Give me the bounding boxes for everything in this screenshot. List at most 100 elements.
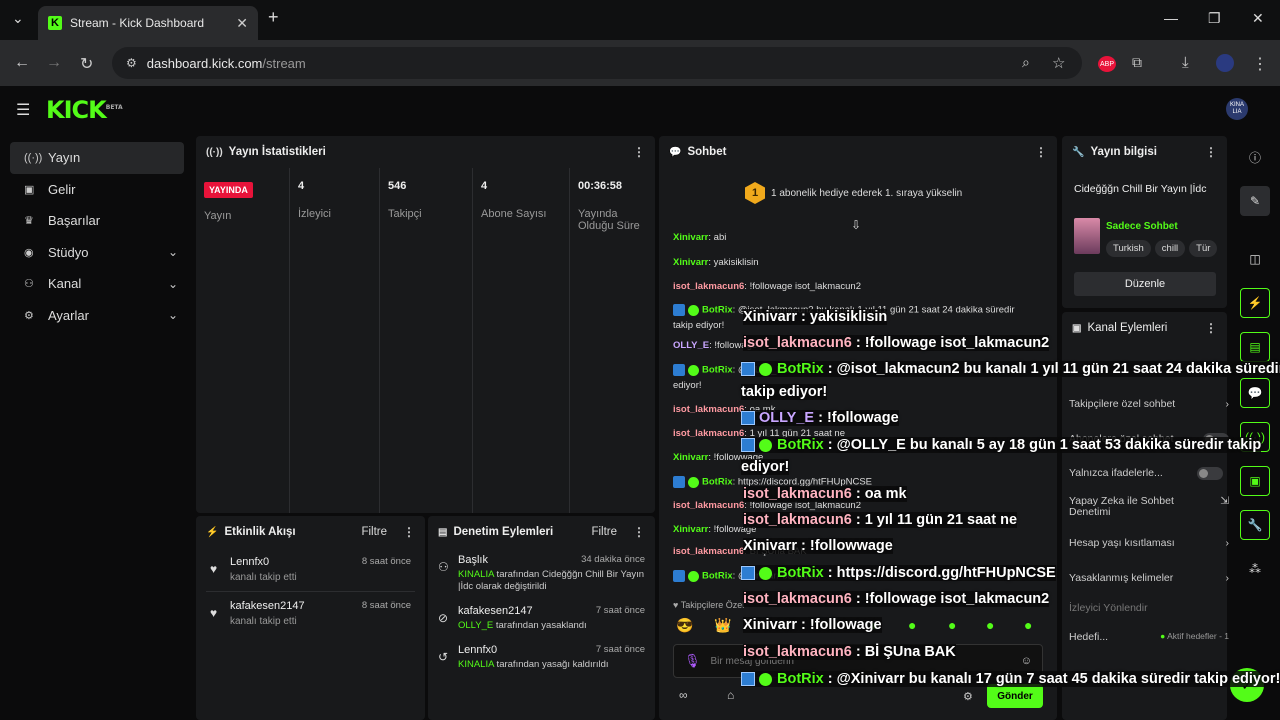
send-button[interactable]: Gönder — [987, 684, 1043, 708]
sidebar-item-gelir[interactable]: ▣ Gelir — [10, 174, 184, 206]
filter-button[interactable]: Filtre — [591, 526, 617, 538]
browser-menu-icon[interactable]: ⋮ — [1252, 54, 1268, 74]
more-icon[interactable]: ⋮ — [1205, 145, 1217, 159]
action-goals[interactable]: Hedefi... ● Aktif hedefler - 1 — [1069, 631, 1229, 643]
more-icon[interactable]: ⋮ — [1035, 145, 1047, 159]
emote-icon[interactable]: ● — [986, 617, 994, 633]
tab-search-icon[interactable]: ⌄ — [12, 10, 24, 27]
chat-username[interactable]: isot_lakmacun6 — [673, 428, 744, 439]
overlay-message: BotRix : @OLLY_E bu kanalı 5 ay 18 gün 1… — [741, 437, 1262, 453]
moderation-log-icon[interactable]: ▤ — [1240, 332, 1270, 362]
action-banned-words[interactable]: Yasaklanmış kelimeler › — [1069, 572, 1229, 584]
chat-username[interactable]: isot_lakmacun6 — [673, 281, 744, 292]
stream-info-panel-icon[interactable]: 🔧 — [1240, 510, 1270, 540]
extensions-icon[interactable]: ⧉ — [1132, 54, 1142, 71]
user-avatar[interactable]: KINA LIA — [1226, 98, 1248, 120]
chat-username[interactable]: isot_lakmacun6 — [673, 546, 744, 557]
download-icon[interactable]: ⤓ — [1182, 54, 1189, 71]
overlay-text: : 1 yıl 11 gün 21 saat ne — [851, 512, 1018, 528]
chat-username[interactable]: isot_lakmacun6 — [673, 500, 744, 511]
close-window-icon[interactable]: ✕ — [1252, 10, 1264, 27]
edit-pencil-icon[interactable]: ✎ — [1240, 186, 1270, 216]
mod-desc: tarafından yasaklandı — [493, 620, 587, 631]
edit-button[interactable]: Düzenle — [1074, 272, 1216, 296]
more-icon[interactable]: ⋮ — [403, 525, 415, 539]
kick-logo[interactable]: KICKBETA — [46, 96, 123, 124]
chat-username[interactable]: isot_lakmacun6 — [673, 404, 744, 415]
overlay-text: : oa mk — [851, 486, 907, 502]
stat-viewers: 4 — [298, 180, 305, 192]
overlay-username: BotRix — [777, 565, 824, 581]
category-name[interactable]: Sadece Sohbet — [1106, 221, 1178, 232]
rank-badge: 1 — [745, 182, 765, 204]
minimize-icon[interactable]: — — [1164, 10, 1178, 26]
hamburger-menu-icon[interactable]: ☰ — [16, 100, 30, 120]
store-icon[interactable]: ⌂ — [727, 688, 734, 702]
activity-item: ♥ Lennfx0 kanalı takip etti 8 saat önce — [196, 548, 425, 591]
more-icon[interactable]: ⋮ — [633, 525, 645, 539]
chat-panel-icon[interactable]: 💬 — [1240, 378, 1270, 408]
capture-icon[interactable]: ◫ — [1240, 244, 1270, 274]
sidebar-item-studyo[interactable]: ◉ Stüdyo ⌄ — [10, 237, 184, 269]
info-icon[interactable]: ⓘ — [1240, 142, 1270, 172]
overlay-username: Xinivarr — [743, 617, 797, 633]
mod-time: 7 saat önce — [595, 644, 645, 655]
sidebar-item-yayin[interactable]: ((·)) Yayın — [10, 142, 184, 174]
back-icon[interactable]: ← — [14, 54, 30, 72]
reload-icon[interactable]: ↻ — [80, 54, 93, 74]
zoom-icon[interactable]: ⌕ — [1022, 54, 1030, 71]
chat-username[interactable]: OLLY_E — [673, 340, 709, 351]
maximize-icon[interactable]: ❐ — [1208, 10, 1221, 27]
channel-panel-icon[interactable]: ▣ — [1240, 466, 1270, 496]
more-icon[interactable]: ⋮ — [1205, 321, 1217, 335]
panel-title: Yayın bilgisi — [1090, 146, 1157, 158]
emote-icon[interactable]: ● — [948, 617, 956, 633]
sidebar-item-basarilar[interactable]: ♛ Başarılar — [10, 205, 184, 237]
chat-username[interactable]: BotRix — [702, 305, 733, 316]
url-bar[interactable]: ⚙ dashboard.kick.com/stream — [112, 47, 1082, 79]
community-icon[interactable]: ∞ — [679, 688, 688, 702]
bookmark-star-icon[interactable]: ☆ — [1052, 54, 1065, 72]
mic-icon[interactable]: 🎙 — [684, 653, 701, 669]
lightning-panel-icon[interactable]: ⚡ — [1240, 288, 1270, 318]
stat-followers: 546 — [388, 180, 407, 192]
emoji-icon[interactable]: ☺ — [1021, 655, 1032, 667]
more-icon[interactable]: ⋮ — [633, 145, 645, 159]
top-nav: ☰ KICKBETA KINA LIA — [0, 86, 1280, 134]
chat-username[interactable]: Xinivarr — [673, 452, 708, 463]
profile-avatar[interactable] — [1216, 54, 1234, 72]
forward-icon[interactable]: → — [46, 54, 62, 72]
stream-info-panel: 🔧 Yayın bilgisi ⋮ Cideğğğn Chill Bir Yayın… — [1062, 136, 1227, 308]
chat-username[interactable]: Xinivarr — [673, 524, 708, 535]
chat-username[interactable]: Xinivarr — [673, 232, 708, 243]
chat-settings-icon[interactable]: ⚙ — [963, 690, 973, 703]
action-account-age[interactable]: Hesap yaşı kısıtlaması › — [1069, 537, 1229, 549]
action-raid[interactable]: İzleyici Yönlendir — [1069, 602, 1229, 614]
emote-icon[interactable]: 👑 — [714, 617, 731, 634]
chat-username[interactable]: BotRix — [702, 571, 733, 582]
filter-button[interactable]: Filtre — [361, 526, 387, 538]
emote-icon[interactable]: 😎 — [676, 617, 693, 634]
toggle-switch[interactable] — [1197, 467, 1223, 480]
pinned-gift-banner[interactable]: 1 1 abonelik hediye ederek 1. sıraya yük… — [745, 182, 962, 204]
close-tab-icon[interactable]: ✕ — [236, 15, 248, 32]
new-tab-icon[interactable]: + — [268, 7, 279, 28]
action-followers-only[interactable]: Takipçilere özel sohbet › — [1069, 398, 1229, 410]
emote-icon[interactable]: ● — [908, 617, 916, 633]
category-thumbnail — [1074, 218, 1100, 254]
site-info-icon[interactable]: ⚙ — [126, 56, 137, 70]
browser-tab[interactable]: K Stream - Kick Dashboard ✕ — [38, 6, 258, 40]
sidebar-item-ayarlar[interactable]: ⚙ Ayarlar ⌄ — [10, 300, 184, 332]
chat-username[interactable]: Xinivarr — [673, 257, 708, 268]
chat-username[interactable]: BotRix — [702, 365, 733, 376]
tag-list: Turkish chill Tür — [1106, 238, 1218, 257]
sidebar-item-kanal[interactable]: ⚇ Kanal ⌄ — [10, 268, 184, 300]
layout-icon[interactable]: ⁂ — [1240, 554, 1270, 584]
action-emotes-only[interactable]: Yalnızca ifadelerle... — [1069, 467, 1229, 480]
adblock-icon[interactable]: ABP — [1098, 56, 1116, 72]
scroll-down-icon[interactable]: ⇩ — [851, 218, 861, 232]
chevron-down-icon: ⌄ — [167, 245, 178, 260]
action-ai-moderation[interactable]: Yapay Zeka ile Sohbet Denetimi ⇲ — [1069, 496, 1229, 518]
chat-username[interactable]: BotRix — [702, 477, 733, 488]
emote-icon[interactable]: ● — [1024, 617, 1032, 633]
